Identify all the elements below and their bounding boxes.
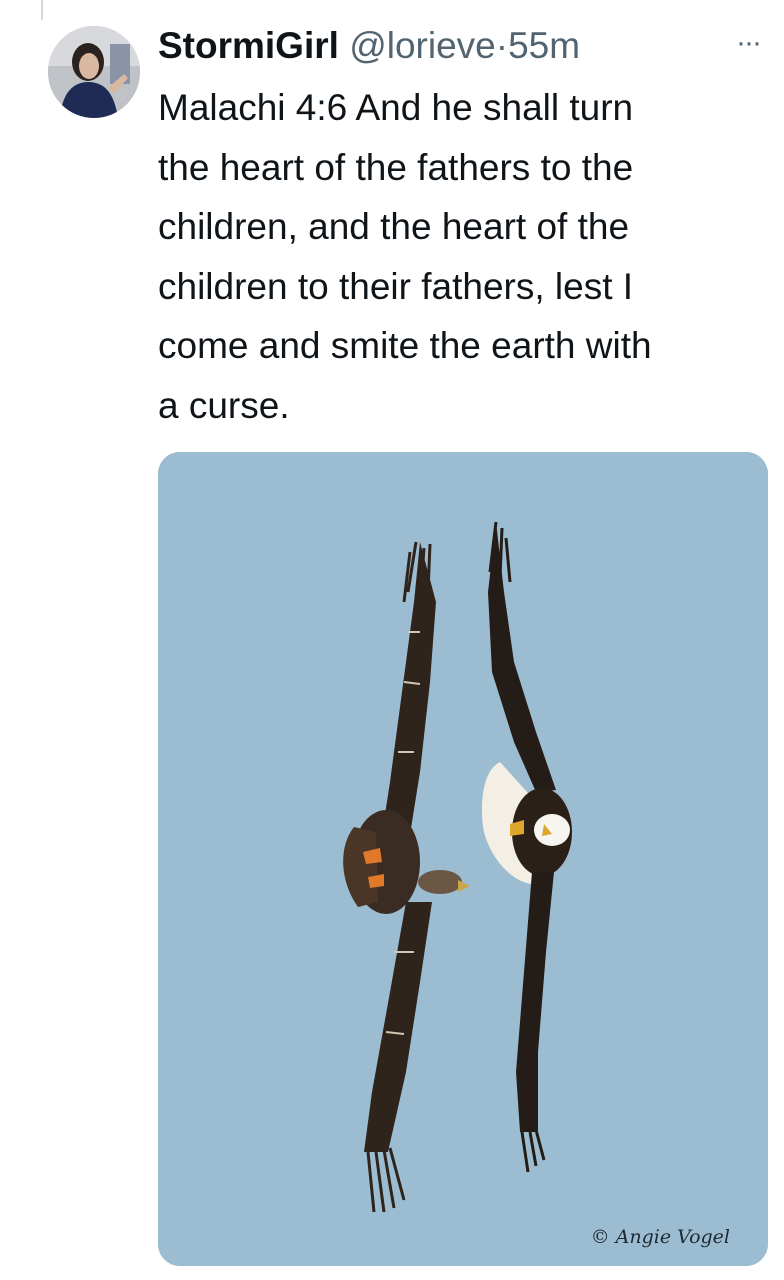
more-horizontal-icon[interactable]: ··· (728, 28, 768, 58)
photo-credit-watermark: © Angie Vogel (590, 1226, 730, 1248)
separator-dot: · (495, 25, 509, 66)
tweet-header: StormiGirl @lorieve·55m (158, 22, 768, 70)
display-name[interactable]: StormiGirl (158, 25, 339, 66)
eagles-photo (158, 452, 768, 1266)
tweet-media[interactable]: © Angie Vogel (158, 452, 768, 1266)
tweet-text: Malachi 4:6 And he shall turn the heart … (158, 87, 652, 426)
timestamp[interactable]: 55m (508, 25, 580, 66)
thread-connector-line (41, 0, 43, 20)
avatar[interactable] (48, 26, 140, 118)
user-handle[interactable]: @lorieve (349, 25, 496, 66)
avatar-photo (48, 26, 140, 118)
